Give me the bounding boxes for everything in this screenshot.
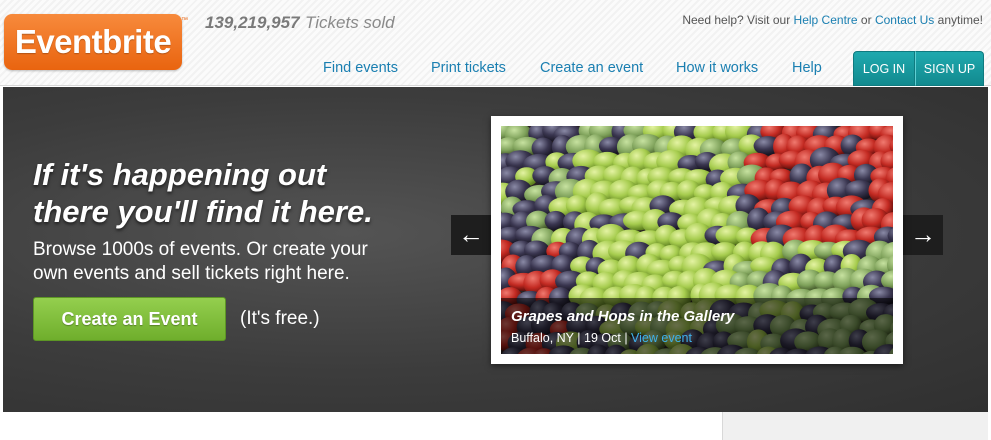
nav-help[interactable]: Help (792, 60, 822, 76)
eventbrite-logo[interactable]: Eventbrite (4, 14, 182, 70)
help-line: Need help? Visit our Help Centre or Cont… (682, 13, 983, 27)
view-event-link[interactable]: View event (631, 331, 692, 345)
event-photo: Grapes and Hops in the Gallery Buffalo, … (501, 126, 893, 354)
nav-how-it-works[interactable]: How it works (676, 60, 758, 76)
help-centre-link[interactable]: Help Centre (794, 13, 858, 27)
site-header: Eventbrite ™ 139,219,957 Tickets sold Ne… (0, 0, 991, 86)
headline-line-1: If it's happening out (33, 157, 327, 192)
slide-caption: Grapes and Hops in the Gallery Buffalo, … (501, 298, 893, 354)
meta-separator: | (624, 331, 628, 345)
side-panel (722, 412, 988, 440)
trademark-mark: ™ (181, 17, 188, 24)
arrow-right-icon[interactable]: → (903, 215, 943, 255)
nav-find-events[interactable]: Find events (323, 60, 398, 76)
help-prefix: Need help? Visit our (682, 13, 791, 27)
login-button[interactable]: LOG IN (853, 51, 915, 86)
help-or: or (860, 13, 872, 27)
nav-create-event[interactable]: Create an event (540, 60, 643, 76)
auth-buttons: LOG IN SIGN UP (853, 51, 984, 86)
hero-subtext: Browse 1000s of events. Or create your o… (33, 238, 413, 286)
hero-headline: If it's happening out there you'll find … (33, 156, 413, 230)
contact-us-link[interactable]: Contact Us (875, 13, 934, 27)
create-event-button[interactable]: Create an Event (33, 297, 226, 341)
slide-date: 19 Oct (584, 331, 621, 345)
subtext-line-1: Browse 1000s of events. Or create your (33, 239, 368, 260)
content-panel (3, 412, 722, 440)
nav-print-tickets[interactable]: Print tickets (431, 60, 506, 76)
meta-separator: | (577, 331, 581, 345)
tickets-sold-count: 139,219,957 (205, 13, 300, 32)
free-note: (It's free.) (240, 308, 320, 329)
slide-meta: Buffalo, NY | 19 Oct | View event (511, 331, 692, 345)
arrow-left-icon[interactable]: ← (451, 215, 491, 255)
carousel-slide[interactable]: Grapes and Hops in the Gallery Buffalo, … (491, 116, 903, 364)
headline-line-2: there you'll find it here. (33, 194, 373, 229)
help-suffix: anytime! (937, 13, 983, 27)
tickets-sold-label: Tickets sold (305, 13, 395, 32)
signup-button[interactable]: SIGN UP (915, 51, 984, 86)
slide-title[interactable]: Grapes and Hops in the Gallery (511, 308, 734, 325)
subtext-line-2: own events and sell tickets right here. (33, 263, 350, 284)
slide-location: Buffalo, NY (511, 331, 574, 345)
